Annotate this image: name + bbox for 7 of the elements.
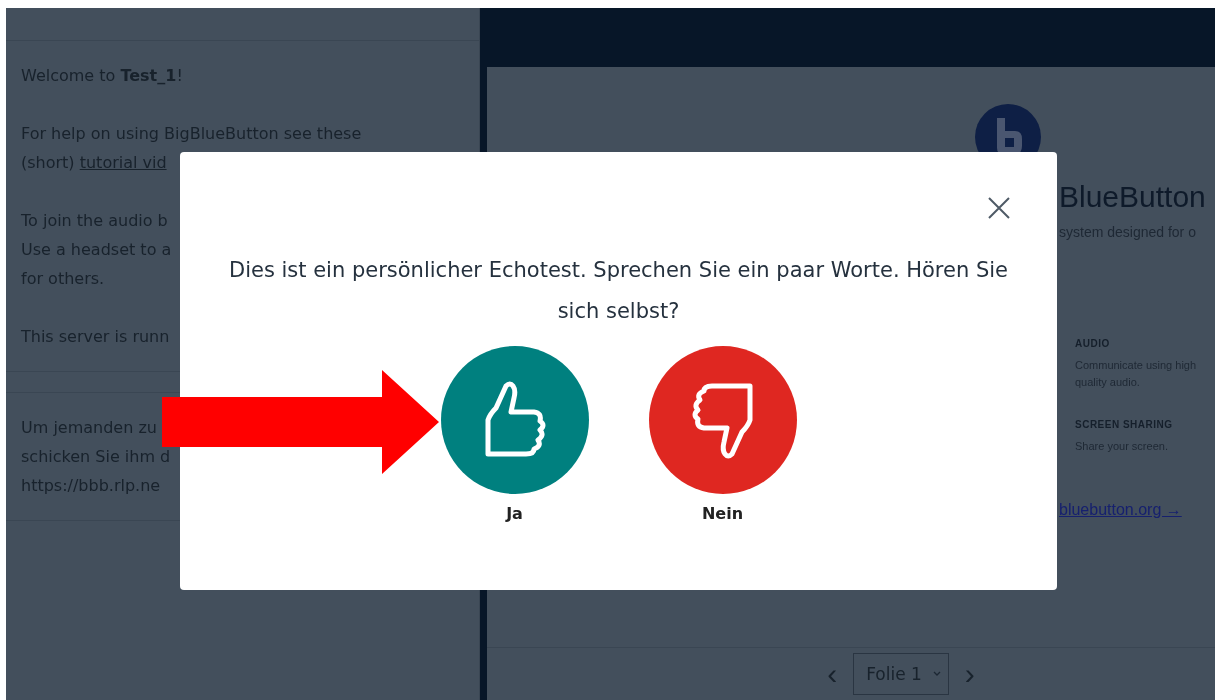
previous-slide-button[interactable]: ‹ bbox=[827, 657, 838, 691]
option-label: Nein bbox=[701, 504, 744, 523]
option-label: Ja bbox=[506, 504, 523, 523]
chevron-down-icon bbox=[931, 670, 942, 678]
close-icon[interactable] bbox=[987, 196, 1011, 220]
next-slide-button[interactable]: › bbox=[964, 657, 975, 691]
dialog-message: Dies ist ein persönlicher Echotest. Sprechen Sie ein paar Worte. Hören Sie sich selbst? bbox=[227, 257, 1010, 325]
